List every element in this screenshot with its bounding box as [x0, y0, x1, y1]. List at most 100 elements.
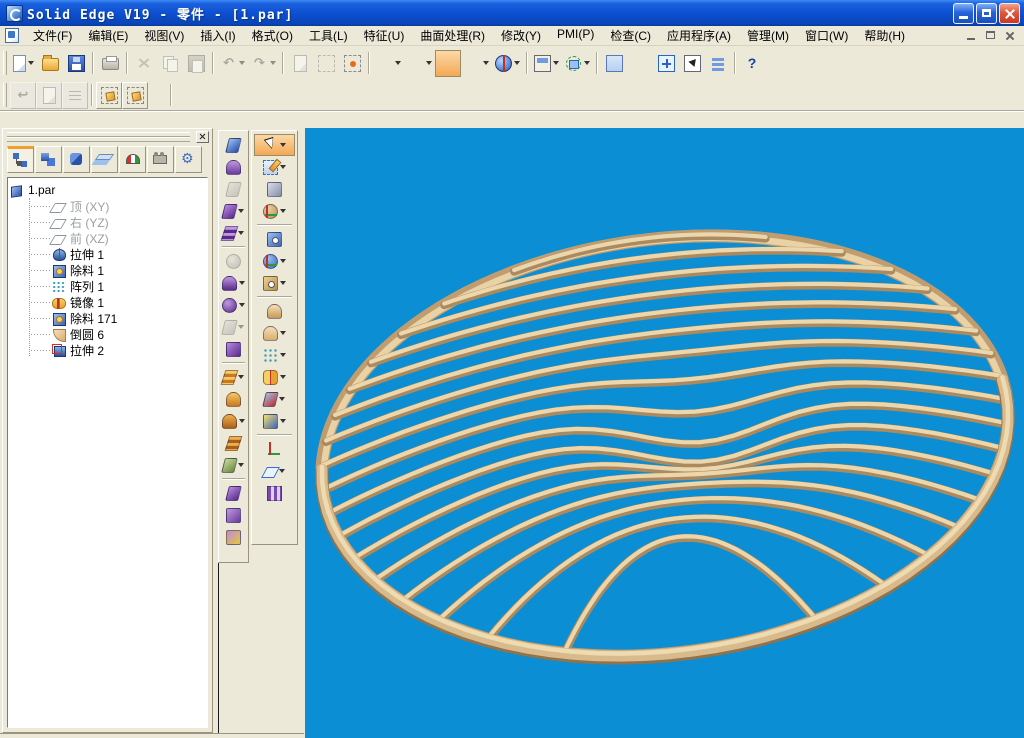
wireframe-view-dropdown-arrow[interactable] — [395, 61, 401, 65]
menu-edit[interactable]: 编辑(E) — [80, 25, 136, 46]
sketch-dropdown-arrow[interactable] — [279, 165, 286, 169]
zoom-area-button[interactable] — [601, 50, 627, 77]
bluesurf-button[interactable] — [220, 366, 247, 388]
tree-item-round-6[interactable]: 倒圆 6 — [10, 326, 205, 342]
revolved-surface-button[interactable] — [220, 222, 247, 244]
tab-feature-playback[interactable] — [147, 146, 174, 173]
tree-item-mirror-1[interactable]: 镜像 1 — [10, 294, 205, 310]
extrude-button[interactable] — [254, 178, 295, 200]
mdi-close-button[interactable] — [1002, 28, 1018, 43]
mdi-minimize-button[interactable] — [964, 28, 980, 43]
thin-wall-dropdown-arrow[interactable] — [279, 419, 286, 423]
menu-help[interactable]: 帮助(H) — [856, 25, 913, 46]
wireframe-view-button[interactable] — [373, 50, 404, 77]
minimize-button[interactable] — [953, 2, 974, 24]
open-button[interactable] — [37, 50, 63, 77]
fit-button[interactable] — [653, 50, 679, 77]
copy-surface-button[interactable] — [220, 294, 247, 316]
mdi-restore-button[interactable] — [983, 28, 999, 43]
menu-file[interactable]: 文件(F) — [25, 25, 80, 46]
lofted-surface-dropdown-arrow[interactable] — [238, 419, 245, 423]
shaded-edges-view-button[interactable] — [461, 50, 492, 77]
tree-item-cutout-171[interactable]: 除料 171 — [10, 310, 205, 326]
render-view-button[interactable] — [492, 50, 523, 77]
offset-surface-dropdown-arrow[interactable] — [238, 281, 245, 285]
thin-wall-button[interactable] — [254, 410, 295, 432]
render-view-dropdown-arrow[interactable] — [514, 61, 520, 65]
print-button[interactable] — [97, 50, 123, 77]
profile-display-on-button[interactable] — [96, 81, 122, 109]
model-viewport[interactable] — [305, 128, 1024, 738]
tree-item-part-root[interactable]: 1.par — [10, 182, 205, 198]
named-views-button[interactable] — [531, 50, 562, 77]
toolbar-grip[interactable] — [3, 83, 7, 107]
lofted-surface-button[interactable] — [220, 410, 247, 432]
reference-plane-dropdown-arrow[interactable] — [278, 469, 285, 473]
menu-manage[interactable]: 管理(M) — [739, 25, 797, 46]
cutout-button[interactable] — [254, 228, 295, 250]
round-button[interactable] — [254, 322, 295, 344]
toolbar-grip[interactable] — [3, 51, 7, 75]
tree-item-pattern-1[interactable]: 阵列 1 — [10, 278, 205, 294]
rotate-view-button[interactable] — [562, 50, 593, 77]
previous-view-button[interactable] — [705, 50, 731, 77]
select-tool-dropdown-arrow[interactable] — [279, 143, 286, 147]
split-curve-button[interactable] — [220, 454, 247, 476]
tab-pathfinder[interactable] — [7, 146, 34, 173]
trim-surface-button[interactable] — [220, 482, 247, 504]
pattern-dropdown-arrow[interactable] — [279, 353, 286, 357]
bluesurf-dropdown-arrow[interactable] — [237, 375, 244, 379]
tree-item-plane-front[interactable]: 前 (XZ) — [10, 230, 205, 246]
add-draft-button[interactable] — [254, 388, 295, 410]
pattern-button[interactable] — [254, 344, 295, 366]
profile-display-off-button[interactable] — [122, 81, 148, 109]
extruded-surface-button[interactable] — [220, 200, 247, 222]
menu-modify[interactable]: 修改(Y) — [493, 25, 549, 46]
replace-face-button[interactable] — [220, 504, 247, 526]
menu-applications[interactable]: 应用程序(A) — [659, 25, 739, 46]
tab-layers[interactable] — [91, 146, 118, 173]
menu-insert[interactable]: 插入(I) — [192, 25, 243, 46]
swept-surface-button[interactable] — [220, 388, 247, 410]
menu-inspect[interactable]: 检查(C) — [602, 25, 659, 46]
menu-surfacing[interactable]: 曲面处理(R) — [412, 25, 493, 46]
menu-window[interactable]: 窗口(W) — [797, 25, 856, 46]
coordinate-system-button[interactable] — [254, 438, 295, 460]
select-tool-button[interactable] — [253, 134, 296, 156]
bounded-wave-button[interactable] — [220, 432, 247, 454]
keypoint-curve-button[interactable] — [220, 134, 247, 156]
tree-item-plane-right[interactable]: 右 (YZ) — [10, 214, 205, 230]
revolved-cutout-button[interactable] — [254, 250, 295, 272]
tree-item-extrude-2[interactable]: 拉伸 2 — [10, 342, 205, 358]
revolved-surface-dropdown-arrow[interactable] — [237, 231, 244, 235]
edgebar-drag-handle[interactable] — [3, 129, 212, 144]
menu-features[interactable]: 特征(U) — [356, 25, 413, 46]
pan-button[interactable] — [679, 50, 705, 77]
close-button[interactable] — [999, 2, 1020, 24]
named-views-dropdown-arrow[interactable] — [553, 61, 559, 65]
revolve-button[interactable] — [254, 200, 295, 222]
tab-sensors[interactable] — [119, 146, 146, 173]
stitched-surface-dropdown-arrow[interactable] — [237, 325, 244, 329]
tab-engineering-reference[interactable] — [175, 146, 202, 173]
shaded-view-button[interactable] — [435, 49, 461, 77]
undo-dropdown-arrow[interactable] — [239, 61, 245, 65]
menu-pmi[interactable]: PMI(P) — [549, 25, 602, 46]
construction-display-button[interactable] — [254, 482, 295, 504]
menu-format[interactable]: 格式(O) — [244, 25, 301, 46]
mirror-dropdown-arrow[interactable] — [279, 375, 286, 379]
menu-tools[interactable]: 工具(L) — [301, 25, 356, 46]
offset-surface-button[interactable] — [220, 272, 247, 294]
edgebar-close-button[interactable] — [196, 131, 209, 143]
add-draft-dropdown-arrow[interactable] — [278, 397, 285, 401]
new-dropdown-arrow[interactable] — [28, 61, 34, 65]
menu-view[interactable]: 视图(V) — [136, 25, 192, 46]
split-curve-dropdown-arrow[interactable] — [237, 463, 244, 467]
help-pointer-button[interactable]: ? — [739, 50, 765, 77]
round-dropdown-arrow[interactable] — [279, 331, 286, 335]
hole-dropdown-arrow[interactable] — [279, 281, 286, 285]
mirror-button[interactable] — [254, 366, 295, 388]
hidden-edge-view-dropdown-arrow[interactable] — [426, 61, 432, 65]
tree-item-cutout-1[interactable]: 除料 1 — [10, 262, 205, 278]
sketch-button[interactable] — [254, 156, 295, 178]
